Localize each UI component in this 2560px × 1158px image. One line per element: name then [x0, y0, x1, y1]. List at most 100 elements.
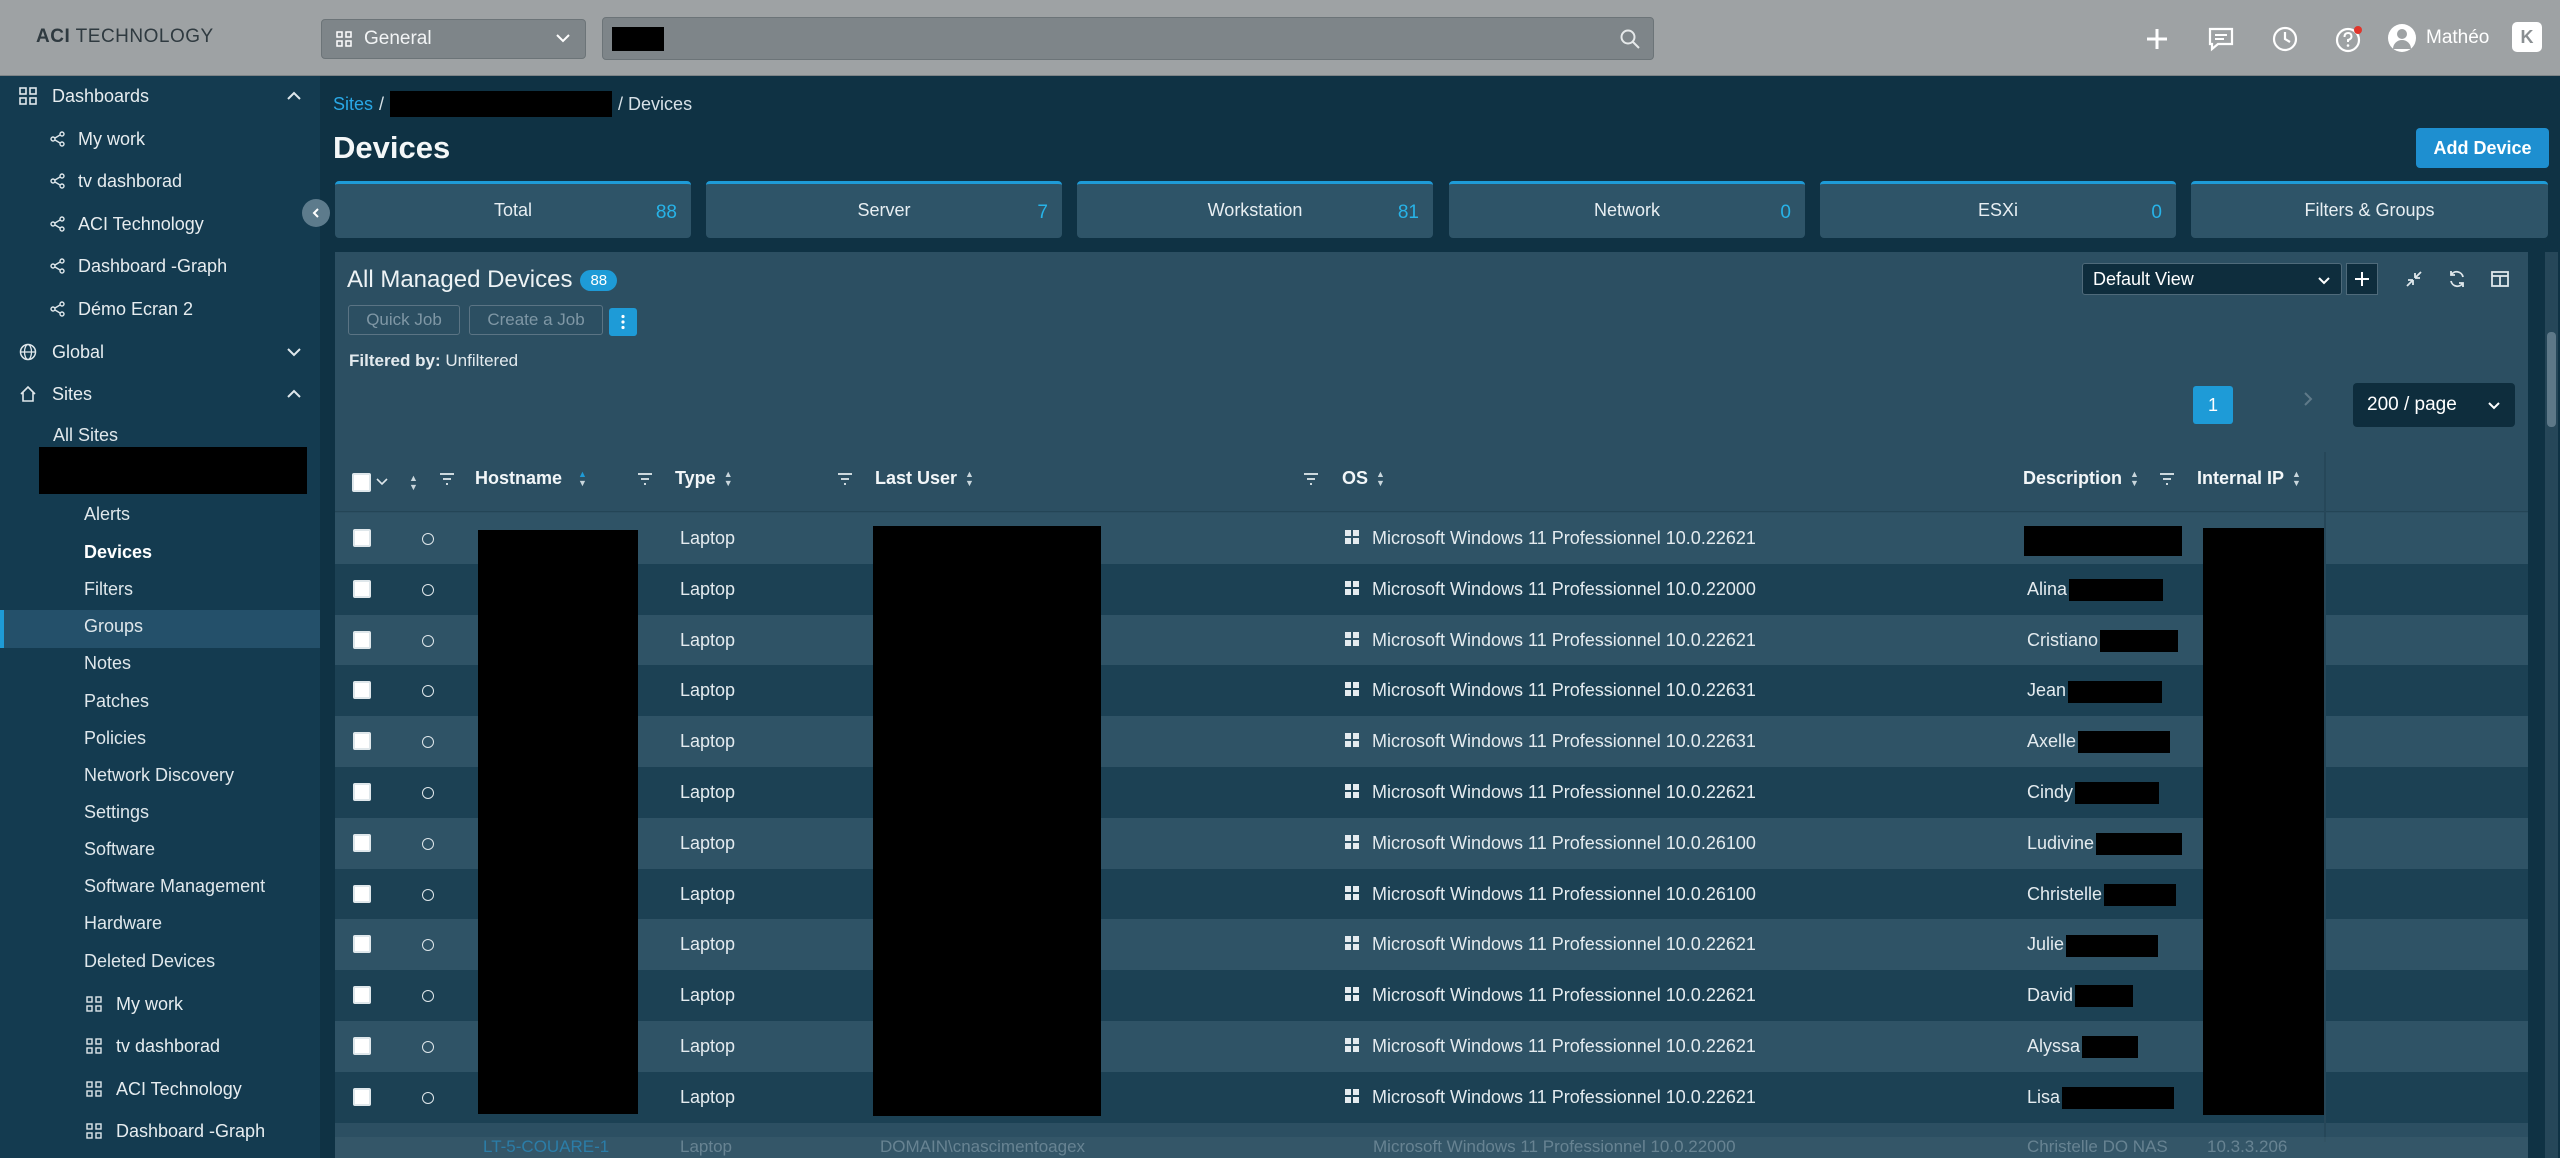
breadcrumb-sites[interactable]: Sites: [333, 94, 373, 115]
search-icon[interactable]: [1619, 28, 1641, 50]
chevron-up-icon[interactable]: [284, 384, 304, 404]
row-checkbox[interactable]: [353, 579, 371, 598]
chevron-up-icon[interactable]: [284, 86, 304, 106]
sidebar-item-my-work[interactable]: My work: [0, 119, 320, 159]
sidebar-item-aci-technology[interactable]: ACI Technology: [0, 204, 320, 244]
add-device-button[interactable]: Add Device: [2416, 128, 2549, 168]
sidebar-item-hardware[interactable]: Hardware: [84, 913, 162, 934]
filter-icon[interactable]: [1302, 470, 1320, 488]
sort-icon[interactable]: ▲ ▼: [409, 474, 418, 492]
create-job-button[interactable]: Create a Job: [469, 305, 603, 335]
row-checkbox[interactable]: [353, 986, 371, 1005]
stat-card-network[interactable]: Network 0: [1449, 181, 1805, 238]
help-icon[interactable]: [2332, 22, 2366, 56]
next-page-button[interactable]: [2302, 387, 2314, 413]
row-checkbox[interactable]: [353, 935, 371, 954]
app-logo[interactable]: ACI TECHNOLOGY: [36, 26, 214, 48]
clock-icon[interactable]: [2268, 22, 2302, 56]
sidebar-item-network-discovery[interactable]: Network Discovery: [84, 765, 234, 786]
filter-icon[interactable]: [636, 470, 654, 488]
stat-card-total[interactable]: Total 88: [335, 181, 691, 238]
collapse-icon[interactable]: [2401, 266, 2427, 292]
table-row[interactable]: Laptop Microsoft Windows 11 Professionnel…: [335, 1071, 2528, 1123]
sidebar-site-dash-aci[interactable]: ACI Technology: [0, 1069, 320, 1109]
plus-icon[interactable]: [2140, 22, 2174, 56]
collapse-sidebar-button[interactable]: [302, 199, 330, 227]
filter-icon[interactable]: [438, 470, 456, 488]
chevron-down-icon[interactable]: [284, 342, 304, 362]
row-checkbox[interactable]: [353, 1087, 371, 1106]
sidebar-item-demo-ecran[interactable]: Démo Ecran 2: [0, 289, 320, 329]
stat-card-server[interactable]: Server 7: [706, 181, 1062, 238]
row-checkbox[interactable]: [353, 681, 371, 700]
chevron-down-icon[interactable]: [376, 478, 388, 486]
row-checkbox[interactable]: [353, 833, 371, 852]
table-row[interactable]: Laptop Microsoft Windows 11 Professionnel…: [335, 868, 2528, 920]
more-actions-button[interactable]: [609, 308, 637, 336]
select-all-checkbox[interactable]: [352, 473, 371, 492]
table-row[interactable]: Laptop Microsoft Windows 11 Professionnel…: [335, 665, 2528, 717]
add-view-button[interactable]: [2346, 263, 2378, 295]
sidebar-dashboards[interactable]: Dashboards: [0, 76, 320, 116]
filter-icon[interactable]: [2158, 470, 2176, 488]
stat-card-filters-groups[interactable]: Filters & Groups: [2191, 181, 2548, 238]
sidebar-item-devices[interactable]: Devices: [84, 542, 152, 563]
stat-card-workstation[interactable]: Workstation 81: [1077, 181, 1433, 238]
row-checkbox[interactable]: [353, 1036, 371, 1055]
table-row[interactable]: Laptop Microsoft Windows 11 Professionnel…: [335, 716, 2528, 767]
table-row[interactable]: Laptop Microsoft Windows 11 Professionnel…: [335, 563, 2528, 615]
corner-badge[interactable]: K: [2512, 22, 2542, 52]
columns-icon[interactable]: [2487, 266, 2513, 292]
table-row[interactable]: Laptop Microsoft Windows 11 Professionnel…: [335, 614, 2528, 666]
sidebar-item-alerts[interactable]: Alerts: [84, 504, 130, 525]
sidebar-site-dash-tv[interactable]: tv dashborad: [0, 1026, 320, 1066]
sidebar-item-deleted-devices[interactable]: Deleted Devices: [84, 951, 215, 972]
redacted-site-name[interactable]: [390, 91, 613, 117]
row-checkbox[interactable]: [353, 732, 371, 751]
sidebar-item-tv-dashboard[interactable]: tv dashborad: [0, 161, 320, 201]
sidebar-item-filters[interactable]: Filters: [84, 579, 133, 600]
table-row[interactable]: Laptop Microsoft Windows 11 Professionnel…: [335, 513, 2528, 564]
refresh-icon[interactable]: [2444, 266, 2470, 292]
table-row[interactable]: Laptop Microsoft Windows 11 Professionnel…: [335, 970, 2528, 1021]
column-header-hostname[interactable]: Hostname ▲ ▼: [475, 468, 587, 489]
search-input[interactable]: [602, 17, 1654, 60]
sidebar-item-software[interactable]: Software: [84, 839, 155, 860]
row-checkbox[interactable]: [353, 630, 371, 649]
scrollbar[interactable]: [2545, 252, 2558, 1158]
column-header-description[interactable]: Description ▲ ▼: [2023, 468, 2139, 489]
sidebar-item-policies[interactable]: Policies: [84, 728, 146, 749]
sidebar-global[interactable]: Global: [0, 332, 320, 372]
table-row[interactable]: Laptop Microsoft Windows 11 Professionnel…: [335, 1020, 2528, 1072]
sidebar-item-dashboard-graph[interactable]: Dashboard -Graph: [0, 246, 320, 286]
sidebar-item-patches[interactable]: Patches: [84, 691, 149, 712]
sidebar-site-dash-my-work[interactable]: My work: [0, 984, 320, 1024]
sidebar-site-dash-graph[interactable]: Dashboard -Graph: [0, 1111, 320, 1151]
column-header-internal-ip[interactable]: Internal IP ▲ ▼: [2197, 468, 2301, 489]
partial-hostname[interactable]: LT-5-COUARE-1: [483, 1137, 609, 1157]
row-checkbox[interactable]: [353, 782, 371, 801]
row-checkbox[interactable]: [353, 529, 371, 547]
table-row[interactable]: Laptop Microsoft Windows 11 Professionnel…: [335, 766, 2528, 818]
chat-icon[interactable]: [2204, 22, 2238, 56]
sidebar-item-software-management[interactable]: Software Management: [84, 876, 265, 897]
sidebar-item-settings[interactable]: Settings: [84, 802, 149, 823]
page-size-select[interactable]: 200 / page: [2353, 383, 2515, 427]
table-row[interactable]: Laptop Microsoft Windows 11 Professionnel…: [335, 817, 2528, 869]
scope-select[interactable]: General: [321, 19, 586, 59]
sidebar-item-notes[interactable]: Notes: [84, 653, 131, 674]
column-header-last-user[interactable]: Last User ▲ ▼: [875, 468, 974, 489]
sidebar-item-groups[interactable]: Groups: [84, 616, 143, 637]
table-row[interactable]: Laptop Microsoft Windows 11 Professionnel…: [335, 919, 2528, 971]
sidebar-item-all-sites[interactable]: All Sites: [53, 425, 118, 446]
user-menu[interactable]: Mathéo: [2388, 24, 2489, 52]
quick-job-button[interactable]: Quick Job: [348, 305, 460, 335]
column-header-os[interactable]: OS ▲ ▼: [1342, 468, 1385, 489]
filter-icon[interactable]: [836, 470, 854, 488]
table-row-partial[interactable]: LT-5-COUARE-1 Laptop DOMAIN\cnascimentoa…: [335, 1137, 2528, 1158]
stat-card-esxi[interactable]: ESXi 0: [1820, 181, 2176, 238]
page-1-button[interactable]: 1: [2193, 386, 2233, 424]
sidebar-sites[interactable]: Sites: [0, 374, 320, 414]
row-checkbox[interactable]: [353, 884, 371, 903]
column-header-type[interactable]: Type ▲ ▼: [675, 468, 733, 489]
